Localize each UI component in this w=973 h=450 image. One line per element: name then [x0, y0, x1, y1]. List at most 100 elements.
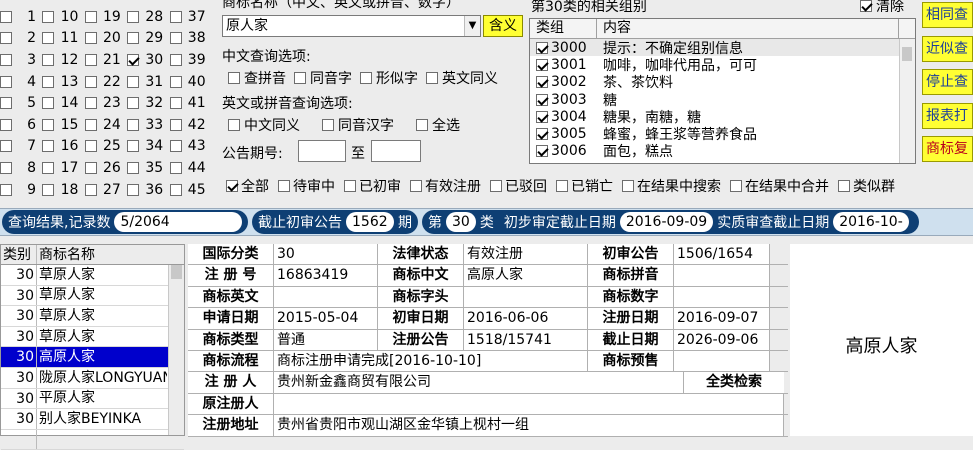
class-checkbox[interactable]: 30: [127, 52, 169, 68]
checkbox-icon[interactable]: [42, 10, 55, 23]
class-checkbox[interactable]: 1: [0, 9, 42, 25]
class-checkbox[interactable]: 23: [84, 95, 127, 111]
class-checkbox[interactable]: 28: [127, 9, 169, 25]
side-button[interactable]: 相同查: [922, 2, 973, 28]
checkbox-icon[interactable]: [169, 161, 182, 174]
class-checkbox[interactable]: 39: [169, 52, 212, 68]
checkbox-icon[interactable]: [0, 161, 12, 174]
checkbox-icon[interactable]: [42, 140, 55, 153]
option-checkbox[interactable]: 查拼音: [228, 68, 286, 88]
class-checkbox[interactable]: 20: [84, 30, 127, 46]
class-checkbox[interactable]: 24: [84, 117, 127, 133]
checkbox-icon[interactable]: [169, 32, 182, 45]
checkbox-icon[interactable]: [127, 161, 140, 174]
checkbox-icon[interactable]: [169, 10, 182, 23]
filter-checkbox[interactable]: 待审中: [278, 176, 335, 196]
checkbox-icon[interactable]: [169, 118, 182, 131]
option-checkbox[interactable]: 形似字: [360, 68, 418, 88]
full-search-button[interactable]: 全类检索: [684, 372, 784, 393]
scroll-thumb[interactable]: [902, 47, 912, 61]
filter-checkbox[interactable]: 已驳回: [490, 176, 547, 196]
side-button[interactable]: 近似查: [922, 36, 973, 62]
checkbox-icon[interactable]: [0, 53, 12, 66]
class-checkbox[interactable]: 17: [42, 160, 84, 176]
checkbox-icon[interactable]: [536, 76, 548, 89]
checkbox-icon[interactable]: [622, 180, 634, 192]
class-checkbox[interactable]: 8: [0, 160, 42, 176]
filter-checkbox[interactable]: 已初审: [344, 176, 401, 196]
table-row[interactable]: 30 草原人家: [1, 265, 184, 286]
filter-checkbox[interactable]: 在结果中合并: [730, 176, 829, 196]
checkbox-icon[interactable]: [169, 140, 182, 153]
checkbox-icon[interactable]: [226, 180, 238, 192]
checkbox-icon[interactable]: [490, 180, 502, 192]
checkbox-icon[interactable]: [416, 119, 428, 131]
option-checkbox[interactable]: 英文同义: [426, 68, 498, 88]
table-row[interactable]: 30 草原人家: [1, 306, 184, 327]
class-checkbox[interactable]: 40: [169, 74, 212, 90]
class-checkbox[interactable]: 33: [127, 117, 169, 133]
class-checkbox[interactable]: 34: [127, 138, 169, 154]
checkbox-icon[interactable]: [84, 53, 97, 66]
checkbox-icon[interactable]: [0, 118, 12, 131]
option-checkbox[interactable]: 同音汉字: [322, 115, 394, 135]
checkbox-icon[interactable]: [84, 118, 97, 131]
class-checkbox[interactable]: 2: [0, 30, 42, 46]
class-checkbox[interactable]: 38: [169, 30, 212, 46]
table-row[interactable]: [1, 429, 184, 450]
checkbox-icon[interactable]: [0, 140, 12, 153]
filter-checkbox[interactable]: 已销亡: [556, 176, 613, 196]
checkbox-icon[interactable]: [127, 118, 140, 131]
group-row[interactable]: 3005 蜂蜜，蜂王浆等营养食品: [530, 125, 915, 143]
checkbox-icon[interactable]: [84, 32, 97, 45]
checkbox-icon[interactable]: [360, 72, 372, 84]
checkbox-icon[interactable]: [536, 128, 548, 141]
checkbox-icon[interactable]: [42, 53, 55, 66]
checkbox-icon[interactable]: [410, 180, 422, 192]
results-scrollbar[interactable]: [168, 265, 184, 435]
side-button[interactable]: 停止查: [922, 69, 973, 95]
class-checkbox[interactable]: 15: [42, 117, 84, 133]
checkbox-icon[interactable]: [0, 32, 12, 45]
checkbox-icon[interactable]: [84, 140, 97, 153]
checkbox-icon[interactable]: [536, 93, 548, 106]
filter-checkbox[interactable]: 全部: [226, 176, 269, 196]
group-row[interactable]: 3001 咖啡，咖啡代用品，可可: [530, 56, 915, 74]
table-row[interactable]: 30 陇原人家LONGYUAN: [1, 367, 184, 389]
option-checkbox[interactable]: 同音字: [294, 68, 352, 88]
checkbox-icon[interactable]: [536, 110, 548, 123]
side-button[interactable]: 报表打: [922, 103, 973, 129]
checkbox-icon[interactable]: [42, 118, 55, 131]
hanyi-button[interactable]: 含义: [483, 15, 523, 37]
side-button[interactable]: 商标复: [922, 136, 973, 162]
class-checkbox[interactable]: 41: [169, 95, 212, 111]
option-checkbox[interactable]: 中文同义: [228, 115, 300, 135]
class-checkbox[interactable]: 25: [84, 138, 127, 154]
checkbox-icon[interactable]: [42, 75, 55, 88]
checkbox-icon[interactable]: [536, 58, 548, 71]
checkbox-icon[interactable]: [84, 161, 97, 174]
checkbox-icon[interactable]: [730, 180, 742, 192]
table-row[interactable]: 30 高原人家: [1, 347, 184, 368]
class-checkbox[interactable]: 32: [127, 95, 169, 111]
class-checkbox[interactable]: 11: [42, 30, 84, 46]
class-checkbox[interactable]: 35: [127, 160, 169, 176]
class-checkbox[interactable]: 14: [42, 95, 84, 111]
class-checkbox[interactable]: 26: [84, 160, 127, 176]
checkbox-icon[interactable]: [84, 97, 97, 110]
name-input[interactable]: 原人家 ▼: [222, 15, 481, 37]
checkbox-icon[interactable]: [344, 180, 356, 192]
results-scroll-thumb[interactable]: [171, 265, 182, 279]
class-checkbox[interactable]: 6: [0, 117, 42, 133]
checkbox-icon[interactable]: [169, 75, 182, 88]
checkbox-icon[interactable]: [0, 97, 12, 110]
checkbox-icon[interactable]: [127, 53, 140, 66]
class-checkbox[interactable]: 3: [0, 52, 42, 68]
filter-checkbox[interactable]: 有效注册: [410, 176, 481, 196]
group-row[interactable]: 3006 面包，糕点: [530, 143, 915, 160]
group-row[interactable]: 3002 茶、茶饮料: [530, 74, 915, 91]
class-checkbox[interactable]: 31: [127, 74, 169, 90]
class-checkbox[interactable]: 43: [169, 138, 212, 154]
checkbox-icon[interactable]: [127, 32, 140, 45]
checkbox-icon[interactable]: [228, 72, 240, 84]
